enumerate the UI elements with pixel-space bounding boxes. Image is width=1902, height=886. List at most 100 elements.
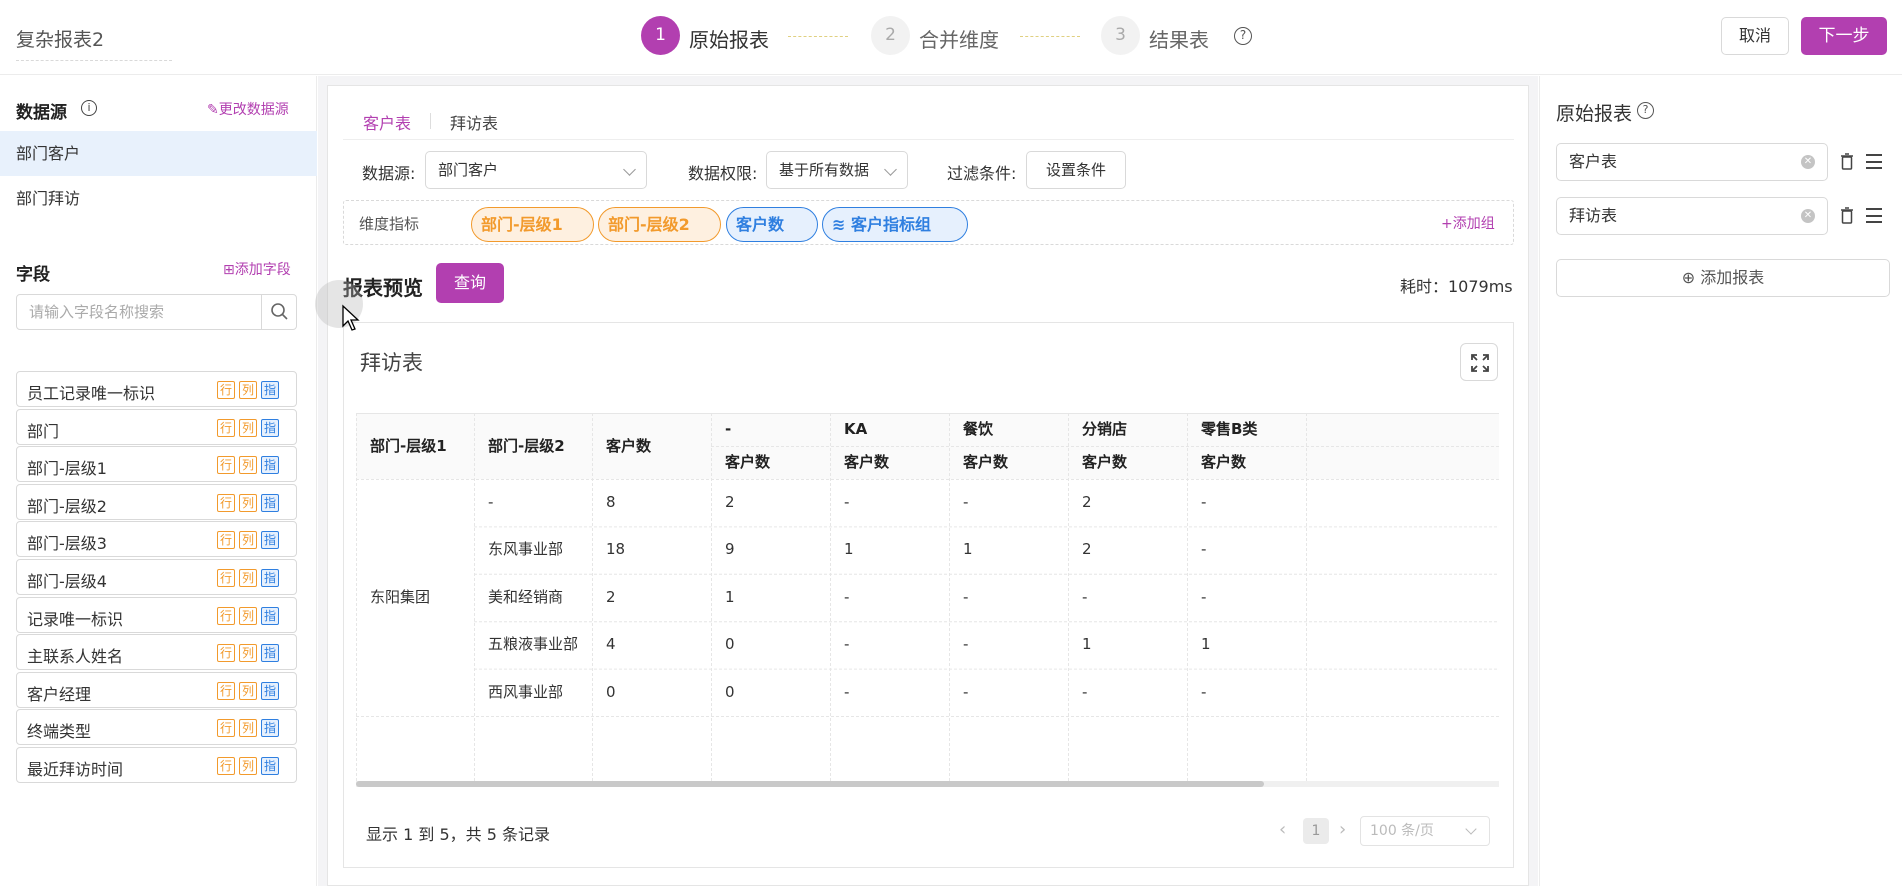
indicator-tag[interactable]: 指 (261, 381, 279, 399)
field-item[interactable]: 员工记录唯一标识 行列指 (16, 371, 297, 407)
clear-icon[interactable]: ✕ (1801, 155, 1815, 169)
column-tag[interactable]: 列 (239, 418, 257, 437)
page-size-select[interactable]: 100 条/页 (1360, 816, 1490, 846)
scrollbar-thumb[interactable] (356, 781, 1264, 787)
next-step-button[interactable]: 下一步 (1801, 17, 1887, 55)
column-group-header[interactable]: 零售B类 (1187, 413, 1306, 446)
indicator-tag[interactable]: 指 (261, 531, 279, 550)
trash-icon[interactable] (1840, 207, 1854, 225)
column-tag[interactable]: 列 (239, 569, 257, 587)
column-group-header[interactable]: 餐饮 (949, 413, 1068, 446)
chevron-down-icon (884, 163, 897, 176)
report-item-customer[interactable]: 客户表 ✕ (1556, 143, 1828, 181)
drag-handle-icon[interactable] (1866, 154, 1882, 169)
field-item[interactable]: 客户经理 行列指 (16, 671, 297, 708)
row-tag[interactable]: 行 (217, 719, 235, 738)
column-tag[interactable]: 列 (239, 644, 257, 663)
dim-pill-level1[interactable]: 部门-层级1 (471, 207, 594, 242)
field-item[interactable]: 终端类型 行列指 (16, 709, 297, 746)
add-report-button[interactable]: ⊕ 添加报表 (1556, 259, 1890, 297)
column-tag[interactable]: 列 (239, 719, 257, 738)
column-tag[interactable]: 列 (239, 531, 257, 550)
field-item[interactable]: 部门 行列指 (16, 408, 297, 445)
field-item[interactable]: 部门-层级4 行列指 (16, 559, 297, 595)
row-tag[interactable]: 行 (217, 569, 235, 587)
info-icon[interactable]: i (81, 100, 97, 116)
page-number[interactable]: 1 (1303, 818, 1329, 844)
fullscreen-button[interactable] (1460, 343, 1498, 381)
field-item[interactable]: 最近拜访时间 行列指 (16, 747, 297, 783)
indicator-tag[interactable]: 指 (261, 493, 279, 512)
field-item[interactable]: 部门-层级3 行列指 (16, 521, 297, 558)
row-tag[interactable]: 行 (217, 493, 235, 512)
field-search-input[interactable] (17, 295, 261, 329)
field-item[interactable]: 记录唯一标识 行列指 (16, 596, 297, 633)
set-condition-button[interactable]: 设置条件 (1026, 151, 1126, 189)
dim-pill-level2[interactable]: 部门-层级2 (598, 207, 721, 242)
column-group-header[interactable]: - (711, 413, 830, 446)
datasource-item[interactable]: 部门客户 (0, 131, 317, 176)
column-header[interactable]: 部门-层级2 (474, 413, 592, 479)
indicator-tag[interactable]: 指 (261, 681, 279, 700)
report-item-visit[interactable]: 拜访表 ✕ (1556, 197, 1828, 235)
datasource-select[interactable]: 部门客户 (425, 151, 647, 189)
column-tag[interactable]: 列 (239, 681, 257, 700)
query-button[interactable]: 查询 (436, 263, 504, 303)
field-search (16, 294, 297, 330)
column-group-header[interactable]: KA (830, 413, 949, 446)
column-tag[interactable]: 列 (239, 493, 257, 512)
column-header[interactable]: 部门-层级1 (356, 413, 474, 479)
indicator-tag[interactable]: 指 (261, 644, 279, 663)
horizontal-scrollbar[interactable] (356, 781, 1499, 787)
row-tag[interactable]: 行 (217, 644, 235, 663)
change-datasource-link[interactable]: ✎更改数据源 (207, 99, 289, 119)
column-sub-header[interactable]: 客户数 (711, 446, 830, 479)
metric-pill-customer-group[interactable]: ≋ 客户指标组 (822, 207, 968, 242)
field-item[interactable]: 部门-层级2 行列指 (16, 483, 297, 520)
report-title[interactable]: 复杂报表2 (16, 25, 172, 61)
column-sub-header[interactable]: 客户数 (1068, 446, 1187, 479)
cancel-button[interactable]: 取消 (1721, 17, 1789, 55)
indicator-tag[interactable]: 指 (261, 719, 279, 738)
column-tag[interactable]: 列 (239, 456, 257, 475)
column-sub-header[interactable]: 客户数 (830, 446, 949, 479)
row-tag[interactable]: 行 (217, 681, 235, 700)
column-group-header[interactable]: 分销店 (1068, 413, 1187, 446)
indicator-tag[interactable]: 指 (261, 606, 279, 625)
table-cell: - (844, 587, 850, 606)
help-icon[interactable]: ? (1637, 102, 1654, 119)
row-tag[interactable]: 行 (217, 418, 235, 437)
search-button[interactable] (261, 295, 297, 329)
prev-page-icon[interactable]: ‹ (1279, 819, 1286, 840)
indicator-tag[interactable]: 指 (261, 418, 279, 437)
trash-icon[interactable] (1840, 153, 1854, 171)
indicator-tag[interactable]: 指 (261, 569, 279, 587)
column-sub-header[interactable]: 客户数 (1187, 446, 1306, 479)
tab-customer-table[interactable]: 客户表 (363, 110, 411, 134)
clear-icon[interactable]: ✕ (1801, 209, 1815, 223)
field-item[interactable]: 主联系人姓名 行列指 (16, 634, 297, 671)
field-item[interactable]: 部门-层级1 行列指 (16, 446, 297, 483)
tab-visit-table[interactable]: 拜访表 (450, 110, 498, 134)
permission-select[interactable]: 基于所有数据 (766, 151, 908, 189)
column-tag[interactable]: 列 (239, 381, 257, 399)
add-field-link[interactable]: ⊞添加字段 (223, 259, 291, 279)
datasource-item[interactable]: 部门拜访 (0, 176, 317, 221)
add-group-link[interactable]: +添加组 (1441, 213, 1495, 233)
column-tag[interactable]: 列 (239, 757, 257, 775)
row-tag[interactable]: 行 (217, 381, 235, 399)
column-tag[interactable]: 列 (239, 606, 257, 625)
next-page-icon[interactable]: › (1339, 819, 1346, 840)
table-cell: 2 (1082, 540, 1092, 559)
indicator-tag[interactable]: 指 (261, 757, 279, 775)
help-icon[interactable]: ? (1234, 27, 1252, 45)
row-tag[interactable]: 行 (217, 456, 235, 475)
row-tag[interactable]: 行 (217, 531, 235, 550)
row-tag[interactable]: 行 (217, 606, 235, 625)
column-sub-header[interactable]: 客户数 (949, 446, 1068, 479)
column-header[interactable]: 客户数 (592, 413, 711, 479)
drag-handle-icon[interactable] (1866, 208, 1882, 223)
row-tag[interactable]: 行 (217, 757, 235, 775)
metric-pill-customer-count[interactable]: 客户数 (726, 207, 818, 242)
indicator-tag[interactable]: 指 (261, 456, 279, 475)
